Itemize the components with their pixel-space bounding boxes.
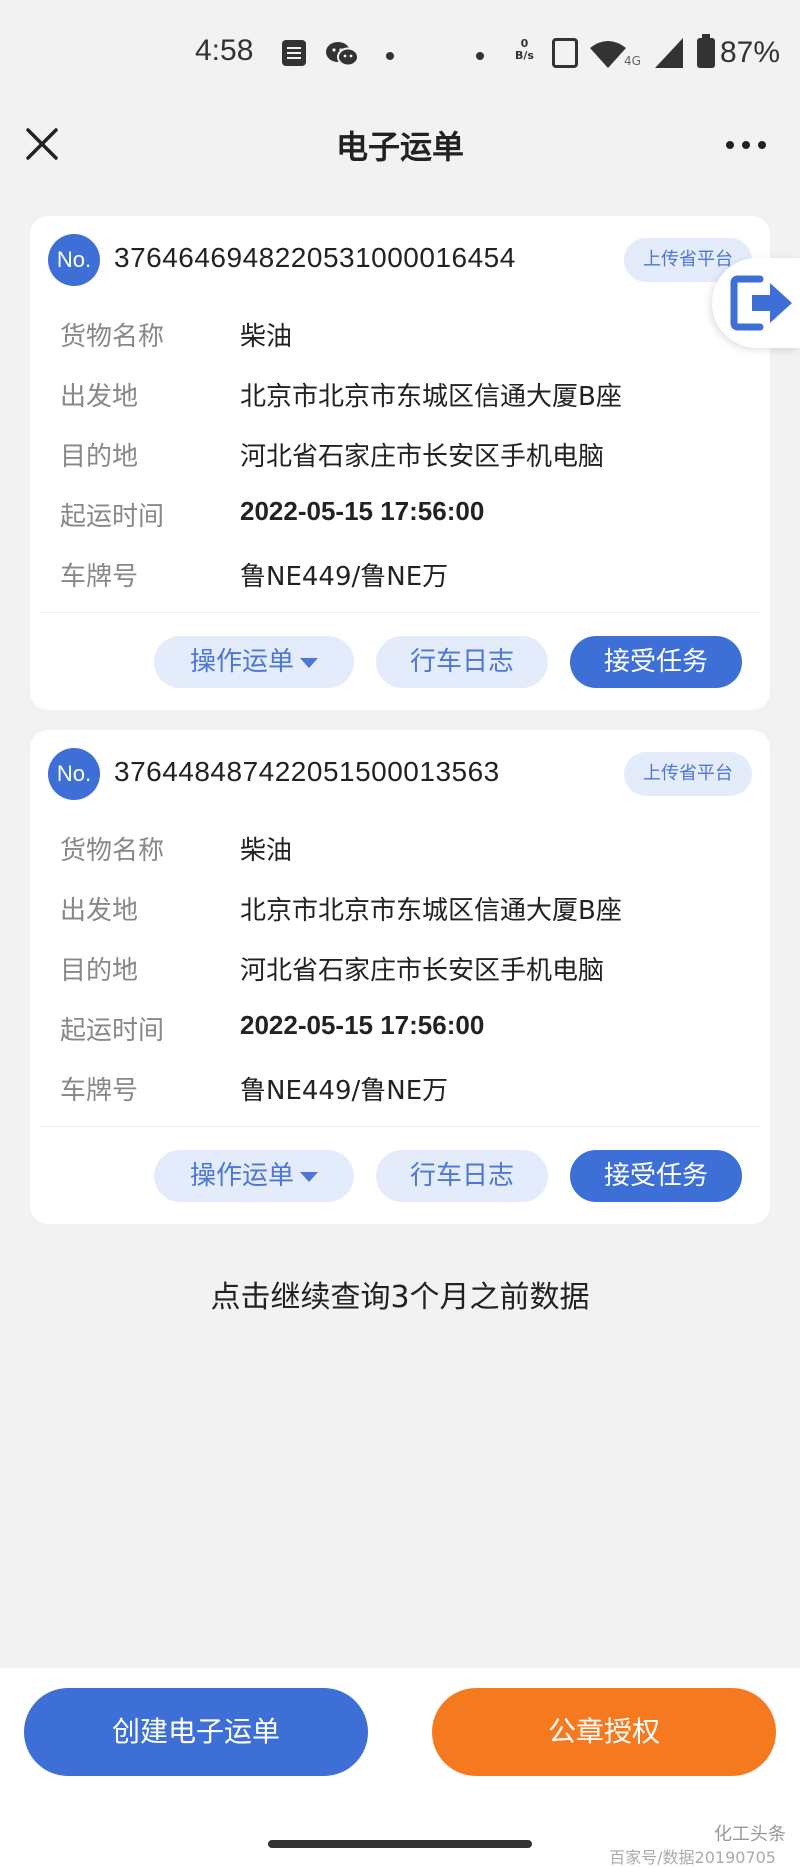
wifi-icon: [590, 41, 626, 68]
divider: [40, 1126, 760, 1127]
detail-row-origin: 出发地 北京市北京市东城区信通大厦B座: [60, 366, 750, 426]
origin-label: 出发地: [60, 896, 139, 926]
goods-label: 货物名称: [60, 836, 165, 866]
origin-value: 北京市北京市东城区信通大厦B座: [240, 382, 622, 412]
detail-row-destination: 目的地 河北省石家庄市长安区手机电脑: [60, 426, 750, 486]
waybill-number: 3764646948220531000016454: [114, 242, 516, 273]
detail-row-plate: 车牌号 鲁NE449/鲁NE万: [60, 1060, 750, 1120]
card-actions: 操作运单 行车日志 接受任务: [154, 636, 754, 688]
plate-value: 鲁NE449/鲁NE万: [240, 562, 449, 592]
watermark-brand: 化工头条: [714, 1824, 786, 1845]
driving-log-button[interactable]: 行车日志: [376, 1150, 548, 1202]
origin-value: 北京市北京市东城区信通大厦B座: [240, 896, 622, 926]
operate-waybill-button[interactable]: 操作运单: [154, 1150, 354, 1202]
caret-down-icon: [300, 1171, 318, 1182]
nav-bar: 电子运单: [0, 110, 800, 190]
origin-label: 出发地: [60, 382, 139, 412]
start-time-label: 起运时间: [60, 502, 165, 532]
goods-value: 柴油: [240, 836, 293, 866]
network-type: 4G: [624, 54, 641, 68]
notification-icon: [282, 40, 306, 66]
destination-value: 河北省石家庄市长安区手机电脑: [240, 956, 605, 986]
goods-label: 货物名称: [60, 322, 165, 352]
watermark-source: 百家号/数据20190705: [609, 1848, 776, 1867]
caret-down-icon: [300, 657, 318, 668]
status-dot: [386, 52, 394, 60]
detail-row-goods: 货物名称 柴油: [60, 306, 750, 366]
detail-row-goods: 货物名称 柴油: [60, 820, 750, 880]
net-speed-unit: B/s: [515, 49, 534, 62]
start-time-value: 2022-05-15 17:56:00: [240, 496, 485, 526]
destination-label: 目的地: [60, 956, 139, 986]
seal-authorization-button[interactable]: 公章授权: [432, 1688, 776, 1776]
card-actions: 操作运单 行车日志 接受任务: [154, 1150, 754, 1202]
battery-percent: 87%: [720, 36, 781, 69]
net-speed: 0 B/s: [515, 38, 534, 62]
operate-label: 操作运单: [189, 1161, 294, 1191]
battery-icon: [697, 34, 715, 68]
plate-value: 鲁NE449/鲁NE万: [240, 1076, 449, 1106]
plate-label: 车牌号: [60, 562, 139, 592]
upload-provincial-tag[interactable]: 上传省平台: [624, 752, 752, 796]
no-badge: No.: [48, 748, 100, 800]
start-time-value: 2022-05-15 17:56:00: [240, 1010, 485, 1040]
detail-row-origin: 出发地 北京市北京市东城区信通大厦B座: [60, 880, 750, 940]
waybill-details: 货物名称 柴油 出发地 北京市北京市东城区信通大厦B座 目的地 河北省石家庄市长…: [60, 820, 750, 1120]
detail-row-start-time: 起运时间 2022-05-15 17:56:00: [60, 1000, 750, 1060]
driving-log-button[interactable]: 行车日志: [376, 636, 548, 688]
detail-row-start-time: 起运时间 2022-05-15 17:56:00: [60, 486, 750, 546]
plate-label: 车牌号: [60, 1076, 139, 1106]
signal-icon: [655, 38, 683, 68]
start-time-label: 起运时间: [60, 1016, 165, 1046]
detail-row-destination: 目的地 河北省石家庄市长安区手机电脑: [60, 940, 750, 1000]
waybill-card: No. 3764646948220531000016454 上传省平台 货物名称…: [30, 216, 770, 710]
more-icon[interactable]: [722, 130, 770, 160]
status-dot: [476, 52, 484, 60]
exit-icon: [730, 275, 792, 331]
load-older-data-link[interactable]: 点击继续查询3个月之前数据: [0, 1272, 800, 1316]
destination-value: 河北省石家庄市长安区手机电脑: [240, 442, 605, 472]
accept-task-button[interactable]: 接受任务: [570, 1150, 742, 1202]
bottom-bar: 创建电子运单 公章授权 化工头条 百家号/数据20190705: [0, 1668, 800, 1867]
home-indicator[interactable]: [268, 1840, 532, 1848]
floating-exit-button[interactable]: [712, 258, 800, 348]
status-bar: 4:58 0 B/s 4G 87%: [0, 0, 800, 110]
waybill-card: No. 376448487422051500013563 上传省平台 货物名称 …: [30, 730, 770, 1224]
waybill-header: No. 3764646948220531000016454 上传省平台: [48, 234, 752, 286]
goods-value: 柴油: [240, 322, 293, 352]
create-waybill-button[interactable]: 创建电子运单: [24, 1688, 368, 1776]
divider: [40, 612, 760, 613]
no-badge: No.: [48, 234, 100, 286]
wechat-icon: [326, 42, 359, 67]
sim-icon: [552, 38, 578, 68]
waybill-details: 货物名称 柴油 出发地 北京市北京市东城区信通大厦B座 目的地 河北省石家庄市长…: [60, 306, 750, 606]
waybill-number: 376448487422051500013563: [114, 756, 500, 787]
destination-label: 目的地: [60, 442, 139, 472]
accept-task-button[interactable]: 接受任务: [570, 636, 742, 688]
waybill-header: No. 376448487422051500013563 上传省平台: [48, 748, 752, 800]
detail-row-plate: 车牌号 鲁NE449/鲁NE万: [60, 546, 750, 606]
status-time: 4:58: [195, 34, 254, 67]
operate-waybill-button[interactable]: 操作运单: [154, 636, 354, 688]
page-title: 电子运单: [335, 128, 464, 166]
operate-label: 操作运单: [189, 647, 294, 677]
